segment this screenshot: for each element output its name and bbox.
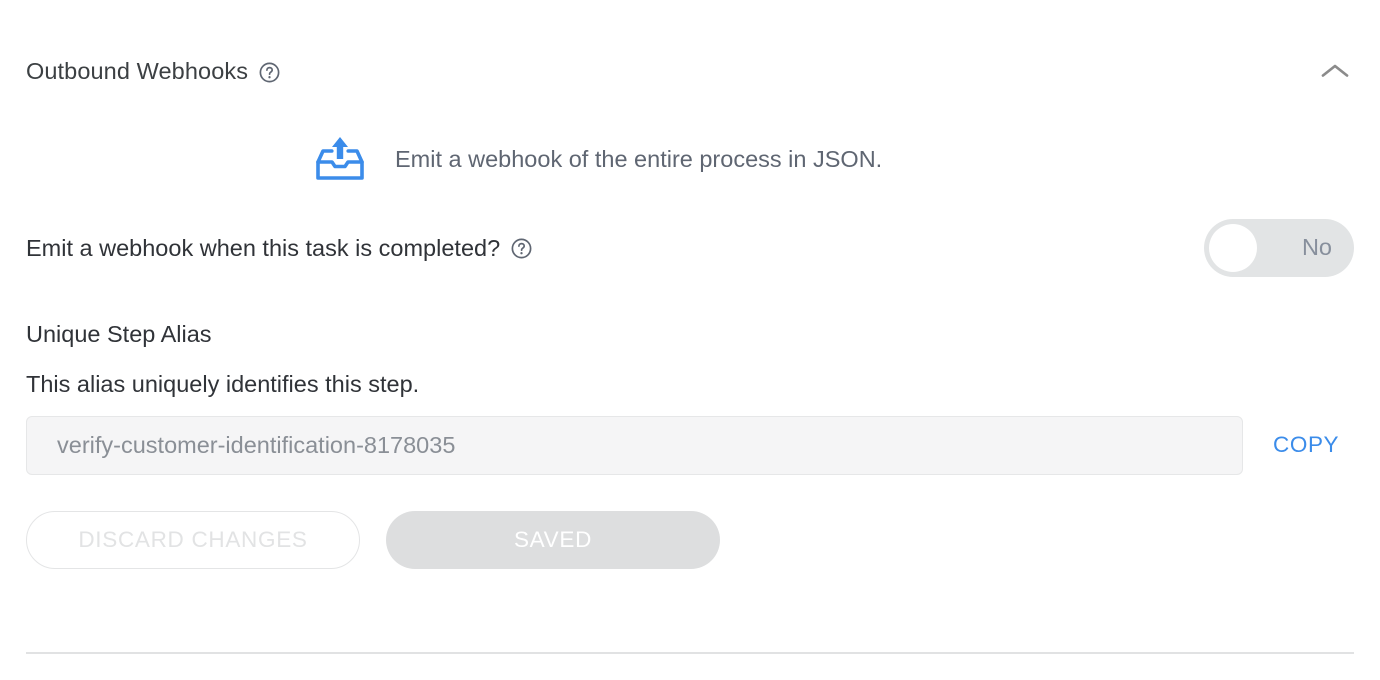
alias-input[interactable]	[26, 416, 1243, 475]
webhook-toggle-label-wrap: Emit a webhook when this task is complet…	[26, 234, 532, 262]
form-actions: DISCARD CHANGES SAVED	[26, 511, 720, 569]
alias-section-title: Unique Step Alias	[26, 321, 212, 347]
webhook-toggle-row: Emit a webhook when this task is complet…	[26, 219, 1354, 277]
webhook-description-row: Emit a webhook of the entire process in …	[26, 128, 1354, 190]
webhook-toggle-label: Emit a webhook when this task is complet…	[26, 234, 501, 261]
upload-tray-icon	[312, 131, 368, 187]
save-button[interactable]: SAVED	[386, 511, 720, 569]
help-circle-icon[interactable]	[259, 62, 280, 83]
chevron-up-icon[interactable]	[1316, 52, 1354, 90]
alias-section-subtitle: This alias uniquely identifies this step…	[26, 371, 420, 397]
toggle-state-label: No	[1301, 234, 1332, 261]
alias-input-row: COPY	[26, 416, 1354, 475]
copy-alias-button[interactable]: COPY	[1273, 434, 1339, 457]
webhook-description-text: Emit a webhook of the entire process in …	[395, 145, 883, 172]
help-circle-icon[interactable]	[511, 238, 532, 259]
toggle-knob	[1209, 224, 1257, 272]
section-divider	[26, 652, 1354, 654]
outbound-webhooks-panel: Outbound Webhooks Emit a webhook of the …	[0, 0, 1380, 680]
emit-webhook-toggle[interactable]: No	[1204, 219, 1354, 277]
page-title: Outbound Webhooks	[26, 58, 249, 85]
section-header: Outbound Webhooks	[26, 52, 1354, 92]
discard-changes-button[interactable]: DISCARD CHANGES	[26, 511, 360, 569]
